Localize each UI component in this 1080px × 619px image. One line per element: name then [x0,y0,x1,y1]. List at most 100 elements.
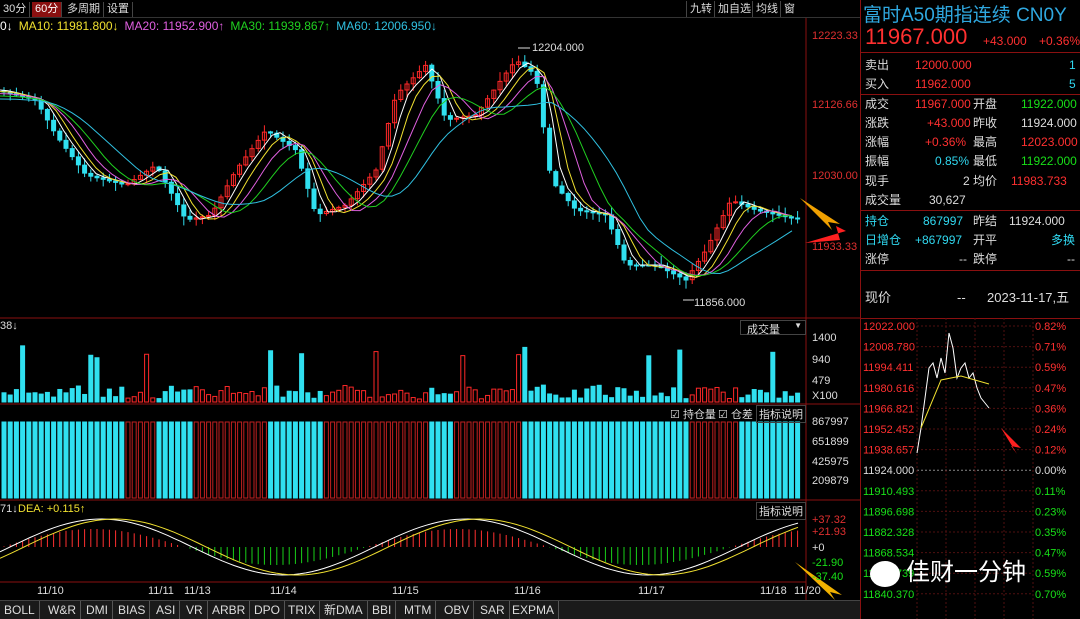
tab-dmi[interactable]: DMI [82,601,113,619]
volume-bar [243,393,249,403]
volume-bar [497,388,503,403]
tab-bias[interactable]: BIAS [114,601,151,619]
oi-bar [187,421,193,499]
macd-tick-2: +21.93 [812,526,846,538]
date-label: 11/16 [514,585,541,597]
oi-bar [1,421,7,499]
oi-bar [38,421,44,499]
tab-sar[interactable]: SAR [476,601,510,619]
volume-bar [553,394,559,403]
tab-mtm[interactable]: MTM [400,601,437,619]
volume-bar [361,390,367,403]
ma-line [0,62,793,278]
candle-body [106,178,112,182]
volume-bar [485,394,491,403]
mini-pct-tick: 0.00% [1035,465,1066,477]
oi-bar [491,421,497,499]
candle-body [757,208,763,212]
volume-bar [218,390,224,403]
tab-dpo[interactable]: DPO [250,601,286,619]
oi-bar [342,421,348,499]
oi-bar [739,421,745,499]
volume-bar [664,396,670,403]
volume-bar [7,394,13,403]
candle-body [454,117,460,120]
tab-obv[interactable]: OBV [440,601,475,619]
price-change: +43.000 [983,34,1027,48]
volume-bar [751,389,757,403]
oi-bar [385,421,391,499]
oi-bar [745,421,751,499]
tab-boll[interactable]: BOLL [0,601,40,619]
volume-bar [323,395,329,403]
oi-bar [181,421,187,499]
oi-bar [373,421,379,499]
candle-body [621,244,627,261]
volume-bar [540,384,546,403]
volume-bar [268,350,274,403]
volume-bar [714,386,720,403]
volume-bar [206,394,212,403]
tab-bbi[interactable]: BBI [368,601,397,619]
oi-bar [776,421,782,499]
volume-bar [330,391,336,403]
watermark: 佳财一分钟 [870,552,1026,587]
volume-bar [733,387,739,403]
oi-bar [795,421,801,499]
volume-bar [69,388,75,403]
oi-bar [94,421,100,499]
tab-arbr[interactable]: ARBR [208,601,251,619]
oi-bar [633,421,639,499]
macd-indicator-help-button[interactable]: 指标说明 [756,502,806,520]
volume-bar [261,387,267,403]
volume-dropdown[interactable]: 成交量 ▼ [740,320,806,336]
oi-bar [658,421,664,499]
macd-tick-3: +0 [812,542,825,554]
oi-bar [168,421,174,499]
oi-bar [466,421,472,499]
oi-bar [7,421,13,499]
macd-tick-1: +37.32 [812,514,846,526]
volume-bar [162,391,168,403]
volume-bar [230,392,236,403]
oi-bar [367,421,373,499]
volume-bar [770,351,776,403]
oi-bar [404,421,410,499]
candle-body [733,201,739,204]
tab-asi[interactable]: ASI [152,601,181,619]
oi-bar [125,421,131,499]
oi-bar [689,421,695,499]
candle-body [751,206,757,210]
macd-histogram [0,518,799,576]
oi-checkbox[interactable]: ☑ 持仓量 [670,406,716,422]
vol-tick-2: 940 [812,354,830,366]
mini-price-tick: 11840.370 [863,589,914,601]
oi-bar [292,421,298,499]
oi-indicator-help-button[interactable]: 指标说明 [756,405,806,423]
tab-trix[interactable]: TRIX [284,601,321,619]
tab-new-dma[interactable]: 新DMA [320,601,368,619]
oi-bar [224,421,230,499]
macd-line [0,518,799,576]
oi-bar [13,421,19,499]
date-label: 11/11 [148,585,174,597]
tab-vr[interactable]: VR [182,601,208,619]
date-label: 11/15 [392,585,419,597]
mini-price-tick: 11966.821 [863,403,914,415]
candle-body [633,264,639,267]
tab-wr[interactable]: W&R [44,601,81,619]
volume-bar [106,388,112,403]
mini-price-tick: 12008.780 [863,342,915,354]
oi-bar [497,421,503,499]
volume-bar [75,385,81,403]
price-tick-2: 12126.66 [812,99,858,111]
oi-bar [429,421,435,499]
oi-bar [714,421,720,499]
oi-bar [32,421,38,499]
candle-body [187,215,193,220]
oi-bar [751,421,757,499]
kline-chart[interactable]: 12223.33 12126.66 12030.00 11933.33 1220… [0,0,860,600]
tab-expma[interactable]: EXPMA [508,601,560,619]
oi-bar [516,421,522,499]
oi-diff-checkbox[interactable]: ☑ 仓差 [718,406,753,422]
